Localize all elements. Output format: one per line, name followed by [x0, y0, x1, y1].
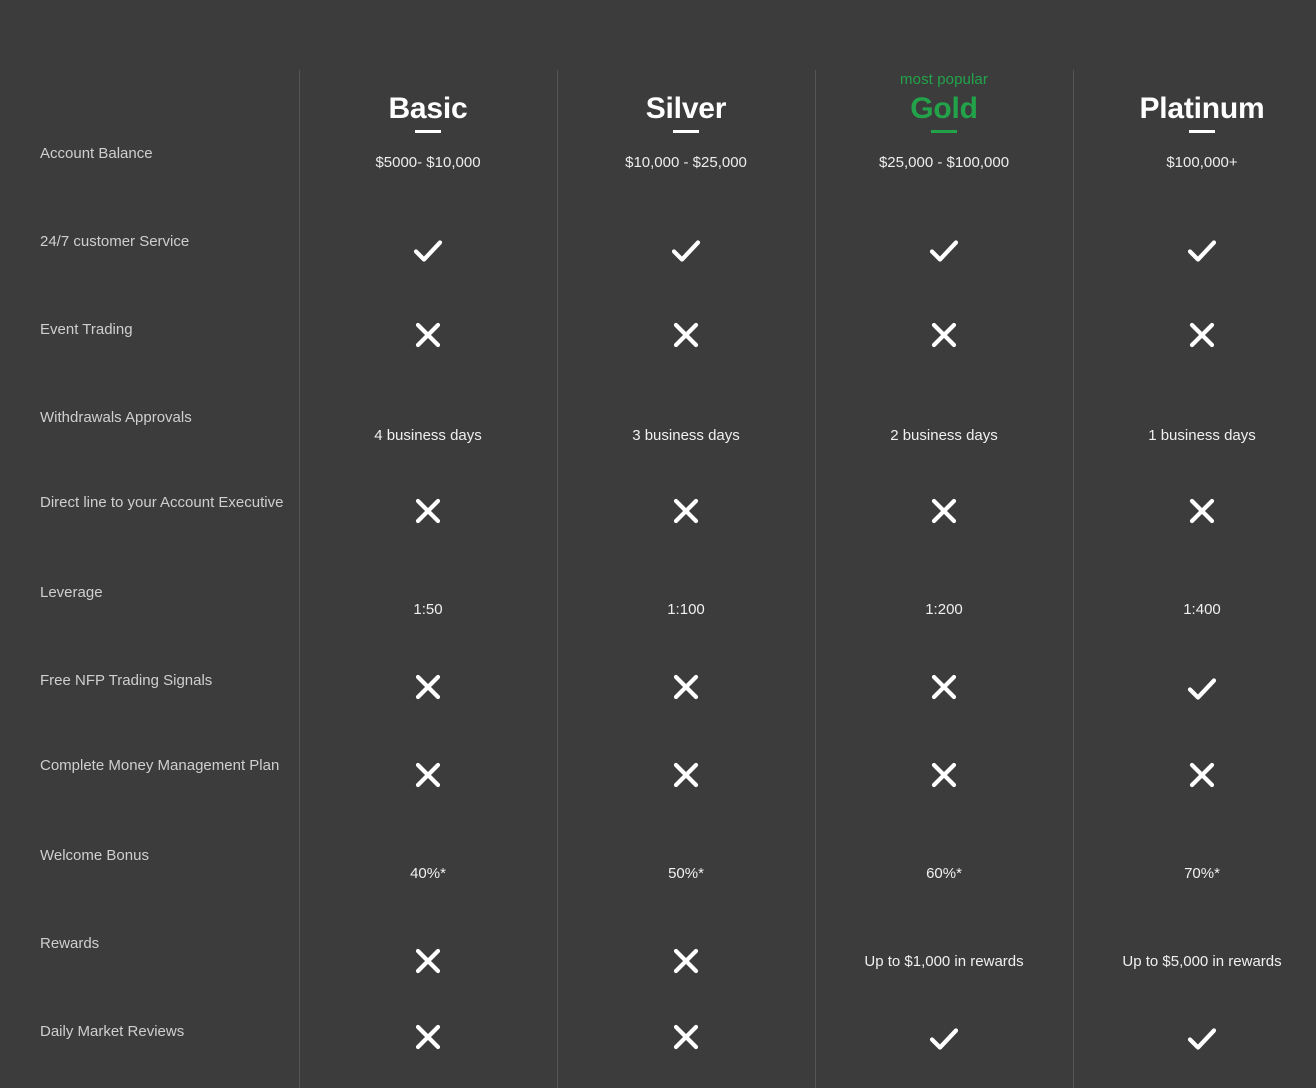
cell-silver-row-7 [557, 758, 815, 792]
cross-icon [299, 494, 557, 528]
cell-gold-row-9: Up to $1,000 in rewards [864, 953, 1024, 970]
feature-label-event-trading: Event Trading [40, 321, 133, 338]
plan-name-platinum: Platinum [1139, 92, 1265, 125]
cross-icon [557, 318, 815, 352]
check-icon [1073, 1020, 1316, 1058]
feature-label-nfp-signals: Free NFP Trading Signals [40, 672, 213, 689]
cell-gold-row-4 [815, 494, 1073, 528]
cell-gold-row-6 [815, 670, 1073, 704]
cross-icon [299, 944, 557, 978]
plan-price-gold: $25,000 - $100,000 [878, 154, 1010, 171]
plan-underline-silver [673, 130, 699, 133]
check-icon [299, 232, 557, 270]
cross-icon [299, 670, 557, 704]
cross-icon [557, 944, 815, 978]
cell-basic-row-1 [299, 232, 557, 270]
cross-icon [557, 494, 815, 528]
check-icon [1073, 670, 1316, 708]
cross-icon [299, 1020, 557, 1054]
cell-basic-row-9 [299, 944, 557, 978]
cross-icon [815, 670, 1073, 704]
cell-platinum-row-1 [1073, 232, 1316, 270]
cell-gold-row-7 [815, 758, 1073, 792]
feature-label-daily-market-reviews: Daily Market Reviews [40, 1023, 185, 1040]
plan-header-basic[interactable]: Basic $5000- $10,000 [299, 70, 557, 173]
cell-gold-row-3: 2 business days [890, 427, 998, 444]
cell-basic-row-3: 4 business days [374, 427, 482, 444]
plan-underline-basic [415, 130, 441, 133]
cell-silver-row-8: 50%* [668, 865, 704, 882]
check-icon [815, 1020, 1073, 1058]
column-divider-3 [815, 70, 816, 1088]
cross-icon [557, 1020, 815, 1054]
cell-basic-row-2 [299, 318, 557, 352]
feature-label-direct-line: Direct line to your Account Executive [40, 494, 284, 511]
cross-icon [815, 758, 1073, 792]
column-divider-2 [557, 70, 558, 1088]
cross-icon [1073, 318, 1316, 352]
cell-platinum-row-7 [1073, 758, 1316, 792]
check-icon [1073, 232, 1316, 270]
plan-underline-gold [931, 130, 957, 133]
cell-platinum-row-3: 1 business days [1148, 427, 1256, 444]
plan-price-platinum: $100,000+ [1166, 154, 1238, 171]
cell-silver-row-3: 3 business days [632, 427, 740, 444]
cell-basic-row-5: 1:50 [413, 601, 443, 618]
cell-gold-row-1 [815, 232, 1073, 270]
cell-silver-row-10 [557, 1020, 815, 1054]
cell-platinum-row-2 [1073, 318, 1316, 352]
plan-header-gold[interactable]: most popular Gold $25,000 - $100,000 [815, 70, 1073, 173]
feature-label-withdrawals-approvals: Withdrawals Approvals [40, 409, 192, 426]
feature-label-money-management: Complete Money Management Plan [40, 757, 280, 774]
cell-platinum-row-10 [1073, 1020, 1316, 1058]
column-divider-4 [1073, 70, 1074, 1088]
plan-comparison-table: Basic $5000- $10,000 Silver $10,000 - $2… [0, 0, 1316, 1088]
cell-silver-row-4 [557, 494, 815, 528]
plan-price-silver: $10,000 - $25,000 [625, 154, 747, 171]
cross-icon [557, 758, 815, 792]
feature-label-account-balance: Account Balance [40, 145, 153, 162]
feature-label-rewards: Rewards [40, 935, 100, 952]
cell-gold-row-2 [815, 318, 1073, 352]
plan-name-gold: Gold [910, 92, 978, 125]
feature-label-customer-service: 24/7 customer Service [40, 233, 190, 250]
plan-underline-platinum [1189, 130, 1215, 133]
plan-badge-gold: most popular [900, 71, 988, 88]
cross-icon [557, 670, 815, 704]
plan-name-silver: Silver [645, 92, 727, 125]
cell-basic-row-6 [299, 670, 557, 704]
column-divider-1 [299, 70, 300, 1088]
cross-icon [1073, 494, 1316, 528]
cell-platinum-row-6 [1073, 670, 1316, 708]
cross-icon [299, 318, 557, 352]
cell-gold-row-5: 1:200 [925, 601, 963, 618]
check-icon [815, 232, 1073, 270]
cross-icon [1073, 758, 1316, 792]
plan-header-platinum[interactable]: Platinum $100,000+ [1073, 70, 1316, 173]
plan-price-basic: $5000- $10,000 [375, 154, 481, 171]
cell-silver-row-6 [557, 670, 815, 704]
cross-icon [299, 758, 557, 792]
check-icon [557, 232, 815, 270]
cell-basic-row-7 [299, 758, 557, 792]
cross-icon [815, 494, 1073, 528]
cell-basic-row-10 [299, 1020, 557, 1054]
cell-silver-row-2 [557, 318, 815, 352]
plan-header-silver[interactable]: Silver $10,000 - $25,000 [557, 70, 815, 173]
cell-gold-row-10 [815, 1020, 1073, 1058]
plan-name-basic: Basic [388, 92, 468, 125]
cell-basic-row-4 [299, 494, 557, 528]
cell-silver-row-1 [557, 232, 815, 270]
cell-platinum-row-8: 70%* [1184, 865, 1220, 882]
cell-silver-row-5: 1:100 [667, 601, 705, 618]
cell-silver-row-9 [557, 944, 815, 978]
cell-basic-row-8: 40%* [410, 865, 446, 882]
feature-label-welcome-bonus: Welcome Bonus [40, 847, 149, 864]
cell-platinum-row-4 [1073, 494, 1316, 528]
feature-label-leverage: Leverage [40, 584, 103, 601]
cell-platinum-row-5: 1:400 [1183, 601, 1221, 618]
cross-icon [815, 318, 1073, 352]
cell-platinum-row-9: Up to $5,000 in rewards [1122, 953, 1282, 970]
cell-gold-row-8: 60%* [926, 865, 962, 882]
